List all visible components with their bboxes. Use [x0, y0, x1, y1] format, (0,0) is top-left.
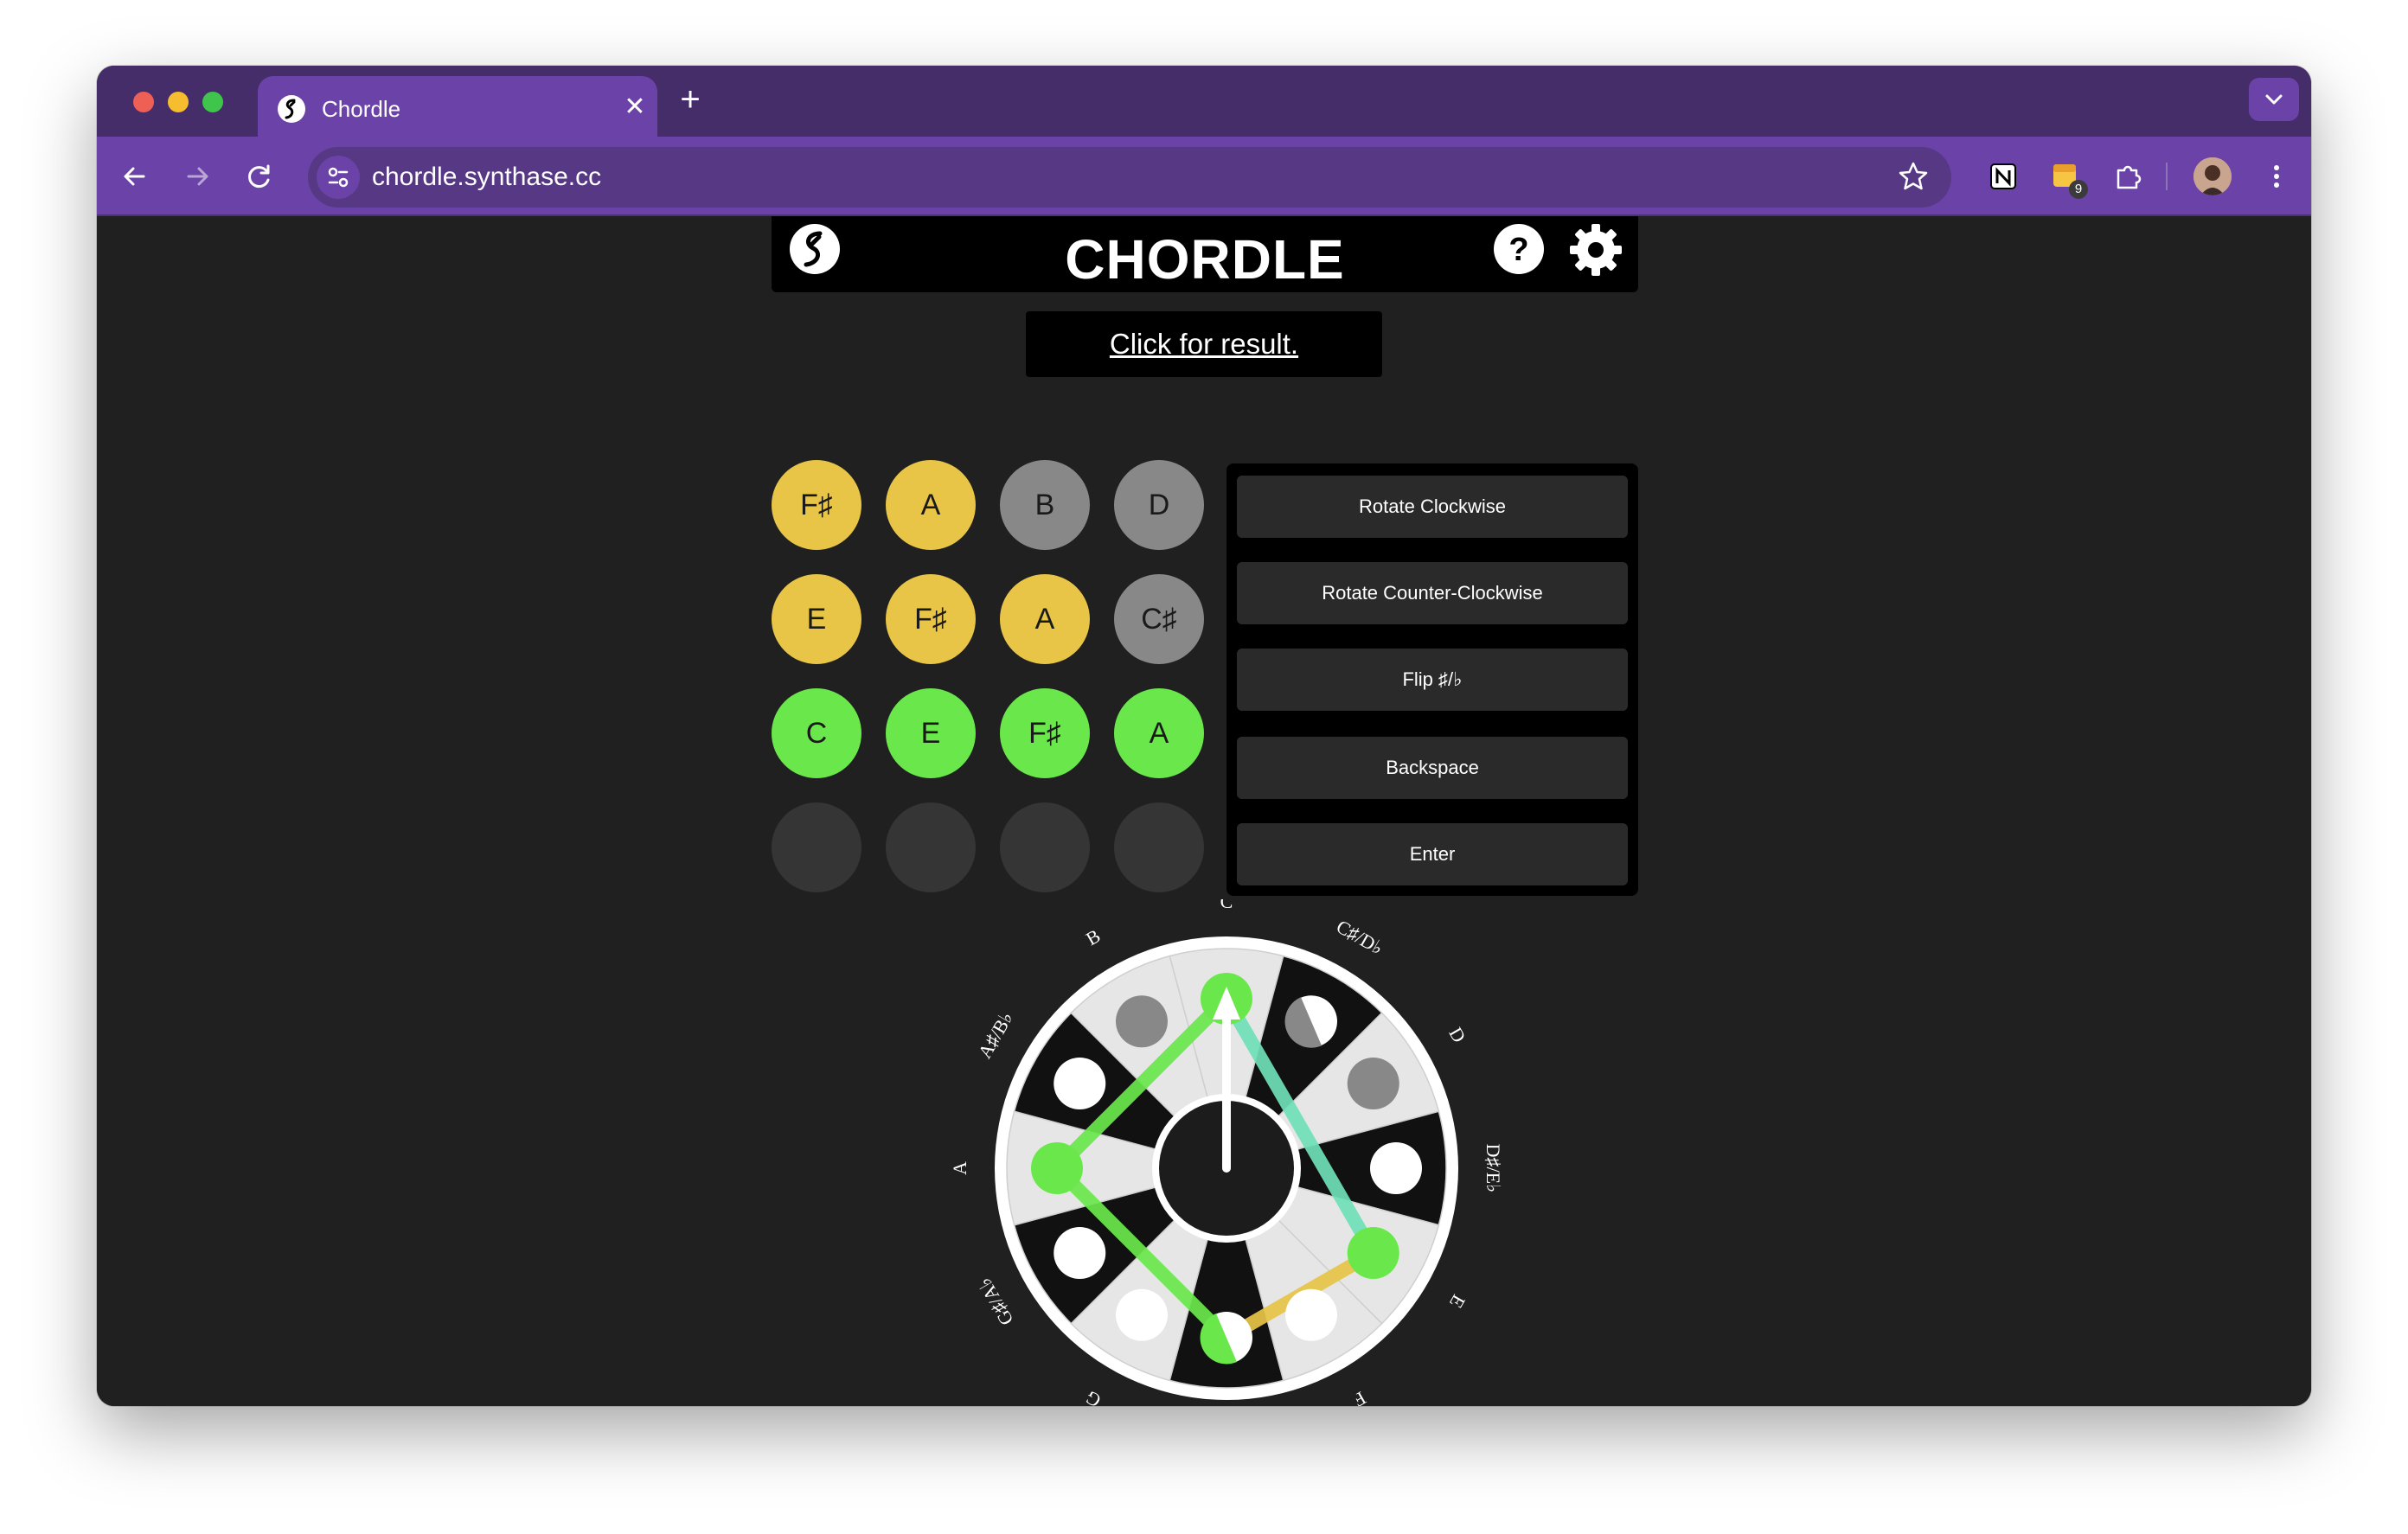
pitch-label: C	[1220, 899, 1233, 912]
help-glyph: ?	[1508, 232, 1528, 268]
guess-note-green: A	[1114, 688, 1204, 778]
reload-icon[interactable]	[239, 156, 280, 197]
forward-arrow-icon[interactable]	[176, 156, 218, 197]
site-info-button[interactable]	[317, 156, 360, 199]
puzzle-extensions-icon[interactable]	[2107, 156, 2149, 197]
extension-badge: 9	[2069, 180, 2088, 199]
guess-note-yellow: E	[772, 574, 861, 664]
guess-note-green: F♯	[1000, 688, 1090, 778]
note-marker-white	[1054, 1227, 1106, 1279]
note-marker-green	[1347, 1227, 1399, 1279]
guess-note-green: C	[772, 688, 861, 778]
guess-note-gray: C♯	[1114, 574, 1204, 664]
note-marker-white	[1054, 1058, 1106, 1109]
notion-extension-icon[interactable]	[1982, 156, 2024, 197]
notes-extension-button[interactable]: 9	[2045, 156, 2088, 199]
app-header: CHORDLE ?	[772, 216, 1638, 292]
guess-note-empty	[886, 802, 976, 892]
tab-title: Chordle	[322, 96, 401, 122]
toolbar-divider	[2166, 163, 2168, 190]
guess-note-gray: D	[1114, 460, 1204, 550]
guess-note-yellow: A	[886, 460, 976, 550]
pitch-label: D	[1444, 1024, 1470, 1046]
more-menu-icon[interactable]	[2256, 156, 2297, 197]
note-marker-white	[1285, 1288, 1337, 1341]
pitch-label: B	[1082, 924, 1104, 949]
guess-note-empty	[772, 802, 861, 892]
browser-toolbar: chordle.synthase.cc 9	[97, 137, 2311, 216]
page-content: CHORDLE ? Click for result. F♯ A B D E F…	[97, 216, 2311, 1406]
note-marker-green	[1031, 1142, 1083, 1194]
flip-accidental-button[interactable]: Flip ♯/♭	[1237, 649, 1628, 711]
back-arrow-icon[interactable]	[114, 156, 156, 197]
circle-of-fifths-wheel[interactable]: CC♯/D♭DD♯/E♭EFF♯/G♭GG♯/A♭AA♯/B♭B	[924, 891, 1529, 1406]
rotate-clockwise-button[interactable]: Rotate Clockwise	[1237, 476, 1628, 538]
guess-note-empty	[1000, 802, 1090, 892]
guess-note-gray: B	[1000, 460, 1090, 550]
tab-strip: Chordle ✕ +	[97, 66, 2311, 137]
pitch-label: C♯/D♭	[1333, 916, 1387, 960]
guess-note-green: E	[886, 688, 976, 778]
rotate-counter-clockwise-button[interactable]: Rotate Counter-Clockwise	[1237, 562, 1628, 624]
pitch-label: G	[1082, 1386, 1105, 1406]
url-text: chordle.synthase.cc	[372, 163, 602, 191]
tab-chordle[interactable]: Chordle ✕	[258, 76, 657, 137]
guess-note-yellow: F♯	[772, 460, 861, 550]
note-marker-white	[1370, 1142, 1422, 1194]
gear-icon[interactable]	[1569, 223, 1623, 277]
click-for-result-link[interactable]: Click for result.	[1026, 311, 1382, 377]
result-box: Click for result.	[1026, 311, 1382, 377]
close-window-button[interactable]	[133, 92, 154, 112]
tab-close-icon[interactable]: ✕	[621, 92, 649, 123]
chromatic-wheel-svg[interactable]: CC♯/D♭DD♯/E♭EFF♯/G♭GG♯/A♭AA♯/B♭B	[924, 891, 1529, 1406]
pitch-label: A♯/B♭	[974, 1007, 1018, 1062]
enter-button[interactable]: Enter	[1237, 823, 1628, 885]
guess-note-empty	[1114, 802, 1204, 892]
tune-icon	[328, 167, 349, 188]
pitch-label: D♯/E♭	[1483, 1144, 1504, 1193]
backspace-button[interactable]: Backspace	[1237, 737, 1628, 799]
guess-note-yellow: F♯	[886, 574, 976, 664]
profile-avatar[interactable]	[2193, 157, 2232, 195]
note-marker-gray	[1116, 995, 1168, 1048]
address-bar[interactable]: chordle.synthase.cc	[308, 147, 1951, 208]
pitch-label: A	[949, 1161, 970, 1175]
controls-panel: Rotate Clockwise Rotate Counter-Clockwise…	[1226, 463, 1638, 896]
help-button[interactable]: ?	[1493, 223, 1545, 275]
guess-note-yellow: A	[1000, 574, 1090, 664]
pitch-label: E	[1445, 1291, 1470, 1312]
chordle-favicon-icon	[278, 95, 305, 123]
maximize-window-button[interactable]	[202, 92, 223, 112]
tab-search-button[interactable]	[2249, 78, 2299, 121]
help-icon: ?	[1494, 224, 1544, 274]
note-marker-gray	[1347, 1058, 1399, 1109]
minimize-window-button[interactable]	[168, 92, 189, 112]
browser-window: Chordle ✕ + chordle.synthase.cc 9 CHORDL…	[97, 66, 2311, 1406]
note-marker-white	[1116, 1288, 1168, 1341]
chevron-down-icon	[2265, 94, 2283, 105]
bookmark-star-icon[interactable]	[1896, 159, 1931, 194]
pitch-label: F	[1350, 1387, 1370, 1406]
new-tab-button[interactable]: +	[671, 81, 709, 119]
pitch-label: G♯/A♭	[973, 1274, 1017, 1329]
avatar-icon	[2193, 157, 2232, 195]
